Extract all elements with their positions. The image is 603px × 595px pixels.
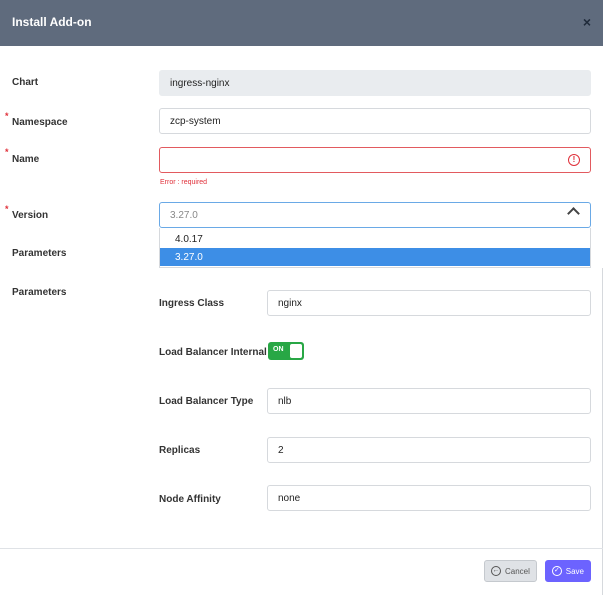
cancel-button[interactable]: ← Cancel: [484, 560, 537, 582]
version-option-selected[interactable]: 3.27.0: [160, 248, 590, 266]
lb-internal-label: Load Balancer Internal: [159, 347, 267, 358]
node-affinity-input[interactable]: none: [267, 485, 591, 511]
check-icon: ✓: [552, 566, 562, 576]
chevron-up-icon[interactable]: [567, 207, 580, 220]
namespace-required-mark: *: [5, 111, 9, 121]
lb-internal-toggle[interactable]: ON: [268, 342, 304, 360]
save-label: Save: [565, 566, 584, 576]
name-required-mark: *: [5, 147, 9, 157]
name-error-text: Error : required: [160, 179, 208, 186]
namespace-label: Namespace: [12, 117, 68, 128]
version-required-mark: *: [5, 204, 9, 214]
error-icon: !: [568, 154, 580, 166]
version-option[interactable]: 4.0.17: [160, 230, 590, 248]
replicas-input[interactable]: 2: [267, 437, 591, 463]
toggle-knob: [290, 344, 302, 358]
replicas-label: Replicas: [159, 445, 201, 456]
node-affinity-label: Node Affinity: [159, 494, 221, 505]
back-arrow-icon: ←: [491, 566, 501, 576]
version-selected-value: 3.27.0: [170, 210, 198, 221]
footer-divider: [0, 548, 603, 549]
toggle-text: ON: [273, 346, 284, 353]
close-icon[interactable]: ×: [583, 14, 591, 30]
modal-title: Install Add-on: [12, 15, 92, 29]
lb-type-label: Load Balancer Type: [159, 396, 254, 407]
ingress-class-input[interactable]: nginx: [267, 290, 591, 316]
version-select[interactable]: 3.27.0: [159, 202, 591, 228]
chart-label: Chart: [12, 77, 39, 88]
name-input[interactable]: !: [159, 147, 591, 173]
save-button[interactable]: ✓ Save: [545, 560, 591, 582]
lb-type-input[interactable]: nlb: [267, 388, 591, 414]
version-dropdown: 4.0.17 3.27.0: [159, 228, 591, 268]
namespace-input[interactable]: zcp-system: [159, 108, 591, 134]
version-label: Version: [12, 210, 49, 221]
name-label: Name: [12, 154, 40, 165]
parameters-section-label: Parameters: [12, 287, 67, 298]
parameters-label: Parameters: [12, 248, 67, 259]
ingress-class-label: Ingress Class: [159, 298, 225, 309]
modal-header: Install Add-on ×: [0, 0, 603, 46]
chart-field: ingress-nginx: [159, 70, 591, 96]
install-addon-modal: Install Add-on × Chart ingress-nginx * N…: [0, 0, 603, 595]
cancel-label: Cancel: [505, 566, 530, 576]
